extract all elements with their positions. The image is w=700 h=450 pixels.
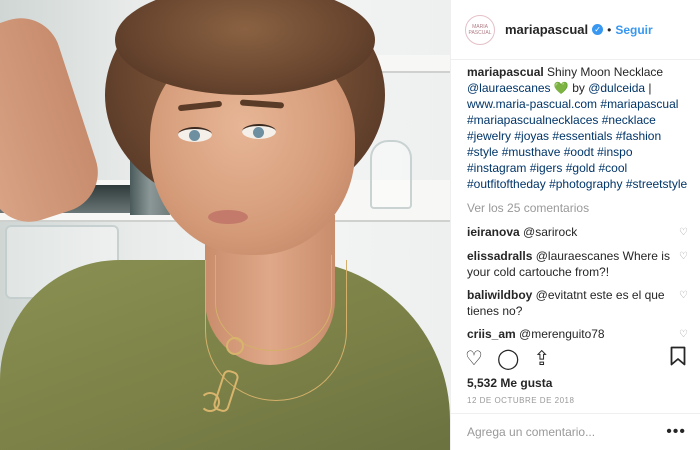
comment-like-heart-icon[interactable]: ♡ bbox=[679, 225, 688, 241]
hashtag-link[interactable]: #streetstyle bbox=[626, 177, 687, 191]
hashtag-link[interactable]: #mariapascual bbox=[600, 97, 678, 111]
hashtag-link[interactable]: #photography bbox=[549, 177, 622, 191]
photo-pendant-coin bbox=[226, 337, 244, 355]
comment-username[interactable]: baliwildboy bbox=[467, 288, 532, 302]
comments-section: mariapascual Shiny Moon Necklace @laurae… bbox=[467, 64, 688, 350]
hashtag-link[interactable]: #mariapascualnecklaces bbox=[467, 113, 598, 127]
hashtag-link[interactable]: #jewelry bbox=[467, 129, 511, 143]
photo-glass-jar bbox=[370, 140, 412, 209]
caption-website[interactable]: www.maria-pascual.com bbox=[467, 97, 597, 111]
avatar-text: MARIA PASCUAL bbox=[468, 23, 492, 36]
action-bar: ♡ ◯ ⇪ bbox=[465, 346, 686, 372]
comment-username[interactable]: criis_am bbox=[467, 327, 516, 341]
comment-body: @merenguito78 bbox=[515, 327, 605, 341]
hashtag-link[interactable]: #igers bbox=[530, 161, 563, 175]
share-icon[interactable]: ⇪ bbox=[533, 347, 550, 371]
instagram-post: MARIA PASCUAL mariapascual ✓ • Seguir ma… bbox=[0, 0, 700, 450]
heart-icon[interactable]: ♡ bbox=[465, 347, 483, 371]
hashtag-link[interactable]: #instagram bbox=[467, 161, 526, 175]
add-comment-bar: Agrega un comentario... ••• bbox=[451, 413, 700, 450]
caption-mention[interactable]: @dulceida bbox=[588, 81, 645, 95]
caption-mention[interactable]: @lauraescanes bbox=[467, 81, 551, 95]
post-sidebar: MARIA PASCUAL mariapascual ✓ • Seguir ma… bbox=[450, 0, 700, 450]
hashtag-link[interactable]: #cool bbox=[598, 161, 627, 175]
comment-text: elissadralls @lauraescanes Where is your… bbox=[467, 248, 672, 280]
view-all-comments-link[interactable]: Ver los 25 comentarios bbox=[467, 200, 688, 216]
comment-body: @sarirock bbox=[519, 225, 578, 239]
comment-icon[interactable]: ◯ bbox=[497, 347, 519, 371]
bookmark-icon[interactable] bbox=[670, 346, 686, 372]
comment-username[interactable]: elissadralls bbox=[467, 249, 532, 263]
post-date: 12 DE OCTUBRE DE 2018 bbox=[467, 396, 575, 405]
photo-eye-left bbox=[178, 127, 212, 142]
comment-input[interactable]: Agrega un comentario... bbox=[467, 425, 666, 439]
verified-badge-icon: ✓ bbox=[592, 24, 604, 35]
caption-text: Shiny Moon Necklace bbox=[543, 65, 664, 79]
caption-separator: | bbox=[645, 81, 652, 95]
comment-row: baliwildboy @evitatnt este es el que tie… bbox=[467, 287, 688, 319]
comment-text: criis_am @merenguito78 bbox=[467, 326, 672, 343]
post-photo[interactable] bbox=[0, 0, 450, 450]
separator-dot: • bbox=[607, 22, 612, 37]
photo-lips bbox=[208, 210, 248, 224]
hashtag-link[interactable]: #essentials bbox=[552, 129, 612, 143]
hashtag-link[interactable]: #style bbox=[467, 145, 498, 159]
comment-list: ieiranova @sarirock ♡ elissadralls @laurae… bbox=[467, 224, 688, 343]
comment-username[interactable]: ieiranova bbox=[467, 225, 520, 239]
more-options-icon[interactable]: ••• bbox=[666, 423, 686, 441]
comment-like-heart-icon[interactable]: ♡ bbox=[679, 327, 688, 343]
post-caption: mariapascual Shiny Moon Necklace @laurae… bbox=[467, 64, 688, 192]
comment-text: ieiranova @sarirock bbox=[467, 224, 672, 241]
comment-like-heart-icon[interactable]: ♡ bbox=[679, 288, 688, 319]
follow-button[interactable]: Seguir bbox=[615, 23, 652, 37]
comment-row: criis_am @merenguito78 ♡ bbox=[467, 326, 688, 343]
comment-like-heart-icon[interactable]: ♡ bbox=[679, 249, 688, 280]
hashtag-link[interactable]: #necklace bbox=[602, 113, 656, 127]
caption-by: by bbox=[568, 81, 589, 95]
caption-hashtags: #mariapascual #mariapascualnecklaces #ne… bbox=[467, 97, 687, 191]
hashtag-link[interactable]: #gold bbox=[566, 161, 595, 175]
caption-username[interactable]: mariapascual bbox=[467, 65, 544, 79]
hashtag-link[interactable]: #musthave bbox=[502, 145, 561, 159]
comment-text: baliwildboy @evitatnt este es el que tie… bbox=[467, 287, 672, 319]
hashtag-link[interactable]: #oodt bbox=[564, 145, 594, 159]
photo-eye-right bbox=[242, 124, 276, 139]
hashtag-link[interactable]: #inspo bbox=[597, 145, 632, 159]
hashtag-link[interactable]: #fashion bbox=[616, 129, 661, 143]
heart-emoji: 💚 bbox=[553, 81, 569, 95]
post-header: MARIA PASCUAL mariapascual ✓ • Seguir bbox=[451, 0, 700, 60]
avatar[interactable]: MARIA PASCUAL bbox=[465, 14, 495, 45]
comment-row: elissadralls @lauraescanes Where is your… bbox=[467, 248, 688, 280]
hashtag-link[interactable]: #outfitoftheday bbox=[467, 177, 546, 191]
likes-count[interactable]: 5,532 Me gusta bbox=[467, 376, 552, 390]
comment-row: ieiranova @sarirock ♡ bbox=[467, 224, 688, 241]
hashtag-link[interactable]: #joyas bbox=[514, 129, 549, 143]
username-link[interactable]: mariapascual bbox=[505, 22, 588, 37]
